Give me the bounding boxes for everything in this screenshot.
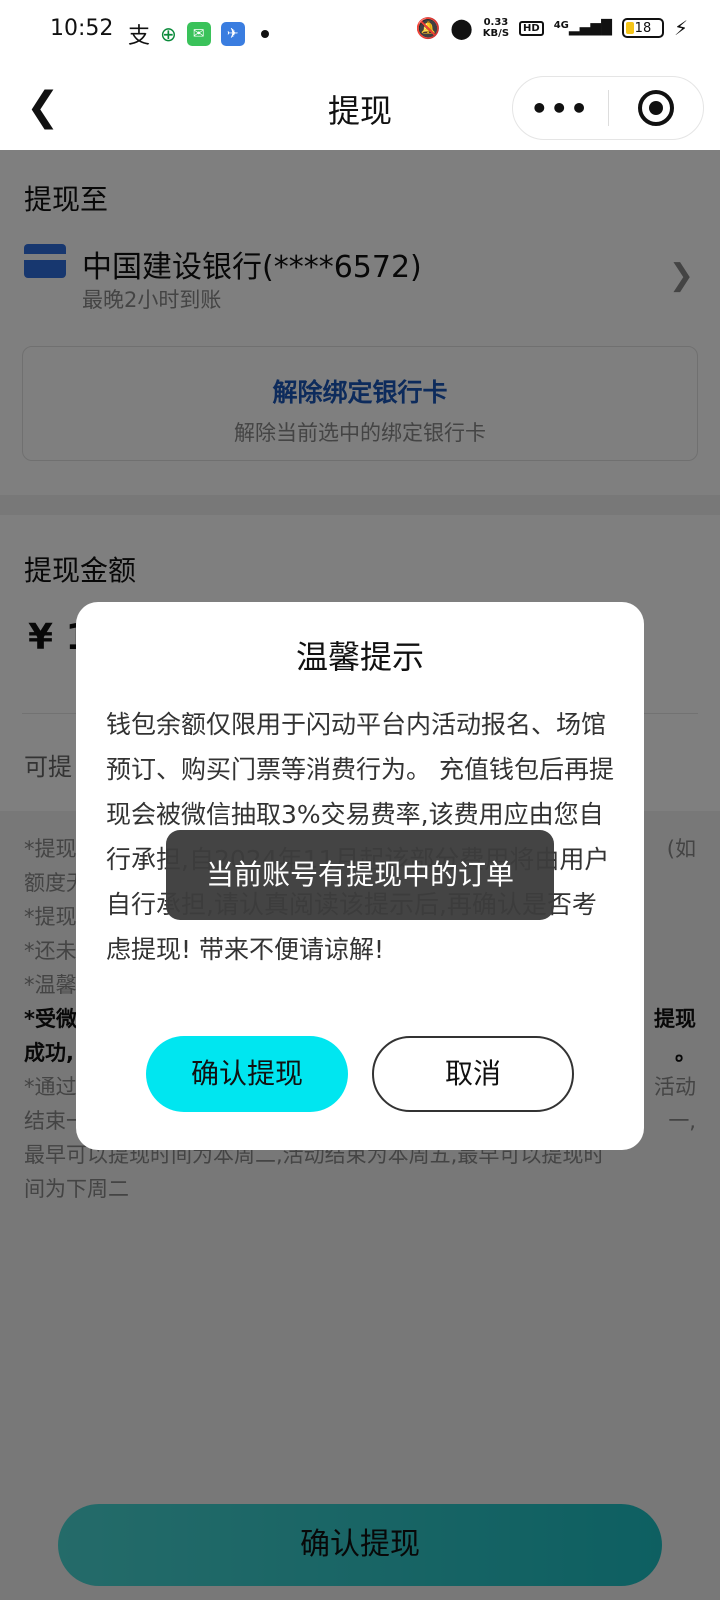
more-notifications-dot-icon bbox=[260, 30, 269, 38]
bank-app-icon: ⊕ bbox=[160, 22, 177, 46]
close-mini-program-button[interactable] bbox=[608, 90, 703, 126]
dialog-cancel-button[interactable]: 取消 bbox=[372, 1036, 574, 1112]
dialog-confirm-button[interactable]: 确认提现 bbox=[146, 1036, 348, 1112]
status-time: 10:52 bbox=[50, 16, 114, 41]
location-icon: ⬤ bbox=[450, 16, 473, 40]
system-status-icons: 🔕 ⬤ 0.33 KB/S HD 4G▂▄▆█ 18 ⚡ bbox=[416, 16, 689, 40]
nav-bar: ❮ 提现 ••• bbox=[0, 66, 720, 150]
network-speed-unit: KB/S bbox=[482, 28, 510, 39]
battery-icon: 18 bbox=[621, 18, 664, 38]
charging-icon: ⚡ bbox=[673, 16, 688, 40]
target-icon bbox=[637, 90, 674, 126]
network-type: 4G bbox=[553, 20, 569, 31]
maps-app-icon: ✈ bbox=[220, 22, 245, 46]
toast-message: 当前账号有提现中的订单 bbox=[166, 830, 554, 920]
mute-icon: 🔕 bbox=[415, 16, 441, 40]
notification-icons: 支 ⊕ ✉ ✈ bbox=[128, 18, 269, 50]
more-button[interactable]: ••• bbox=[513, 92, 608, 125]
hd-badge: HD bbox=[519, 20, 544, 36]
mini-program-capsule: ••• bbox=[512, 76, 704, 140]
network-speed-value: 0.33 bbox=[483, 17, 509, 28]
network-speed: 0.33 KB/S bbox=[483, 17, 509, 39]
status-bar: 10:52 支 ⊕ ✉ ✈ 🔕 ⬤ 0.33 KB/S HD 4G▂▄▆█ 18… bbox=[0, 0, 720, 66]
alipay-icon: 支 bbox=[128, 24, 151, 49]
signal-icon: 4G▂▄▆█ bbox=[553, 20, 612, 36]
dialog-title: 温馨提示 bbox=[295, 638, 424, 676]
battery-level: 18 bbox=[634, 20, 652, 36]
messages-app-icon: ✉ bbox=[186, 22, 211, 46]
